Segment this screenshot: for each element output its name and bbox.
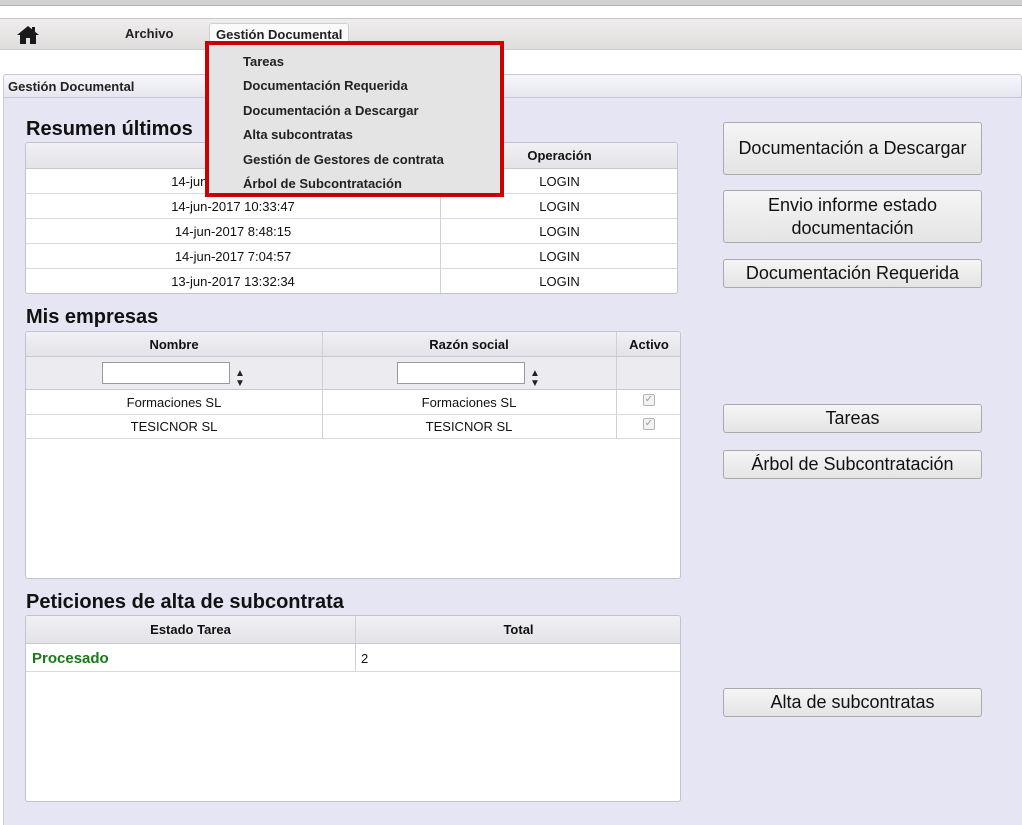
resumen-fecha-cell: 13-jun-2017 13:32:34 [171, 274, 295, 289]
empresa-nombre-cell: TESICNOR SL [130, 419, 218, 434]
resumen-operacion-cell: LOGIN [539, 224, 580, 239]
empresa-nombre-cell: Formaciones SL [126, 395, 222, 410]
filter-nombre-input[interactable] [102, 362, 230, 384]
empresas-table: Nombre Razón social Activo ▲ ▼ ▲ ▼ Formaci… [25, 331, 681, 579]
activo-checkbox[interactable]: ✓ [643, 418, 655, 430]
empresas-col-nombre[interactable]: Nombre [26, 337, 322, 352]
dropdown-item-tareas[interactable]: Tareas [243, 54, 284, 69]
gestion-documental-dropdown: Tareas Documentación Requerida Documenta… [205, 41, 504, 197]
documentacion-requerida-button[interactable]: Documentación Requerida [723, 259, 982, 288]
resumen-operacion-cell: LOGIN [539, 274, 580, 289]
row-divider [26, 438, 680, 439]
activo-checkbox[interactable]: ✓ [643, 394, 655, 406]
resumen-fecha-cell: 14-jun-2017 8:48:15 [174, 224, 292, 239]
empresas-col-activo[interactable]: Activo [616, 337, 680, 352]
column-divider [355, 616, 356, 672]
menu-bar: Archivo Gestión Documental [0, 18, 1022, 50]
arbol-subcontratacion-button[interactable]: Árbol de Subcontratación [723, 450, 982, 479]
dropdown-item-gestores-contrata[interactable]: Gestión de Gestores de contrata [243, 152, 444, 167]
peticion-estado-cell[interactable]: Procesado [32, 650, 332, 667]
empresa-razon-cell: Formaciones SL [421, 395, 517, 410]
resumen-operacion-cell: LOGIN [539, 249, 580, 264]
peticiones-col-estado: Estado Tarea [150, 622, 231, 637]
empresas-col-razon[interactable]: Razón social [322, 337, 616, 352]
alta-subcontratas-button[interactable]: Alta de subcontratas [723, 688, 982, 717]
row-divider [26, 243, 677, 244]
peticion-total-cell: 2 [361, 651, 369, 666]
panel-header: Gestión Documental [3, 74, 1022, 98]
home-icon[interactable] [16, 24, 40, 46]
panel-title: Gestión Documental [8, 79, 135, 94]
documentacion-descargar-button[interactable]: Documentación a Descargar [723, 122, 982, 175]
sort-icon[interactable]: ▲ ▼ [530, 369, 540, 389]
dropdown-item-arbol-subcontratacion[interactable]: Árbol de Subcontratación [243, 176, 402, 191]
dropdown-item-alta-subcontratas[interactable]: Alta subcontratas [243, 127, 353, 142]
empresa-razon-cell: TESICNOR SL [425, 419, 513, 434]
window-top-strip [0, 0, 1022, 6]
tareas-button[interactable]: Tareas [723, 404, 982, 433]
resumen-fecha-cell: 14-jun-2017 10:33:47 [171, 199, 295, 214]
resumen-operacion-cell: LOGIN [539, 199, 580, 214]
dropdown-item-documentacion-descargar[interactable]: Documentación a Descargar [243, 103, 419, 118]
resumen-fecha-cell: 14-jun-2017 7:04:57 [174, 249, 292, 264]
peticiones-title: Peticiones de alta de subcontrata [26, 591, 344, 613]
peticiones-table: Estado Tarea Total Procesado 2 [25, 615, 681, 802]
filter-razon-input[interactable] [397, 362, 525, 384]
empresas-title: Mis empresas [26, 306, 159, 328]
row-divider [26, 414, 680, 415]
menu-archivo[interactable]: Archivo [125, 26, 173, 41]
peticiones-col-total: Total [503, 622, 534, 637]
resumen-title: Resumen últimos [26, 118, 193, 140]
sort-icon[interactable]: ▲ ▼ [235, 369, 245, 389]
dropdown-item-documentacion-requerida[interactable]: Documentación Requerida [243, 78, 408, 93]
column-divider [616, 332, 617, 439]
row-divider [26, 268, 677, 269]
row-divider [26, 671, 680, 672]
envio-informe-button[interactable]: Envio informe estado documentación [723, 190, 982, 243]
row-divider [26, 218, 677, 219]
